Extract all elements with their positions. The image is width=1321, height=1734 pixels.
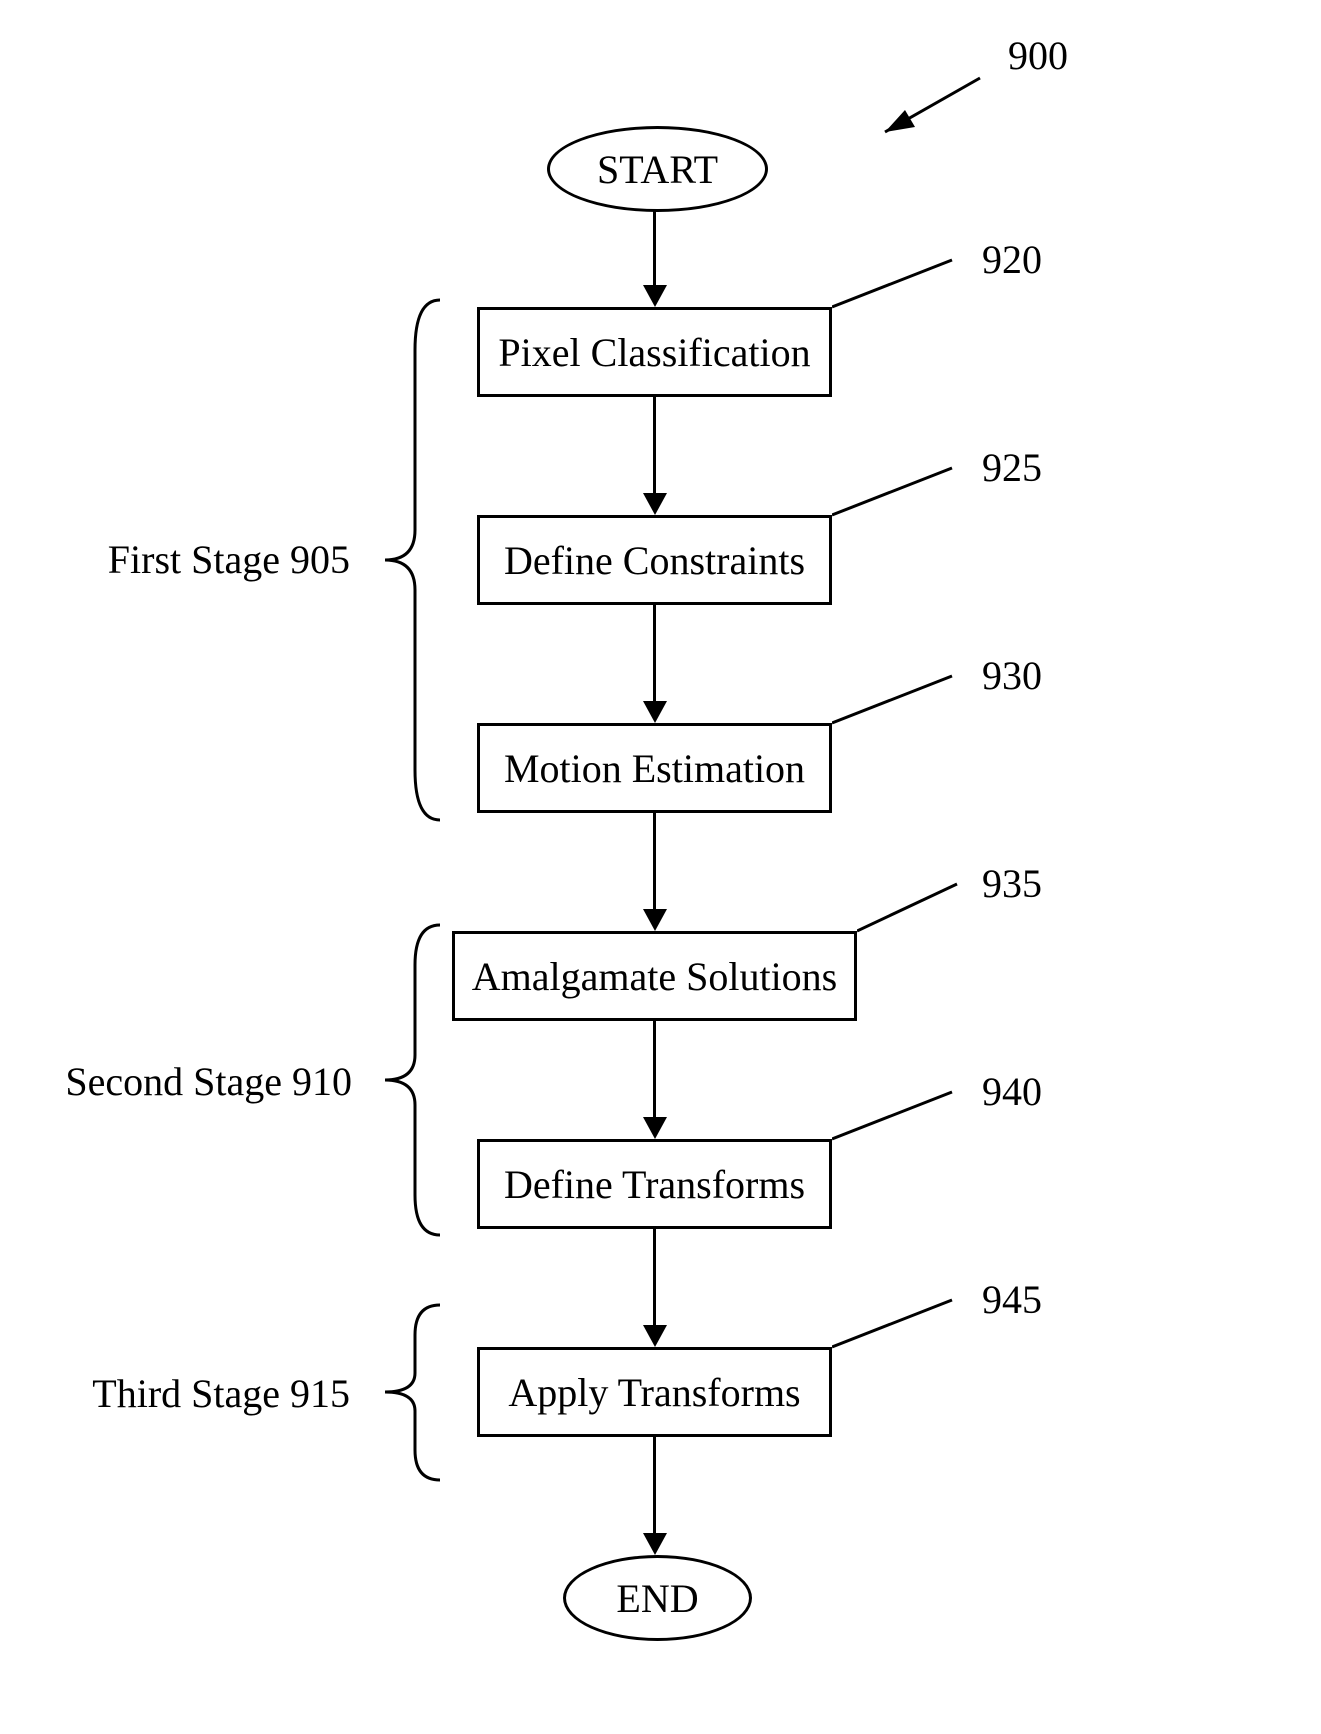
box-935: Amalgamate Solutions — [452, 931, 857, 1021]
stage-1-label: First Stage 905 — [80, 536, 350, 583]
arrow-head-start-920 — [643, 285, 667, 307]
arrow-940-945 — [653, 1229, 656, 1327]
arrow-start-920 — [653, 209, 656, 287]
arrow-head-940-945 — [643, 1325, 667, 1347]
ref-925: 925 — [982, 444, 1042, 491]
ref-940: 940 — [982, 1068, 1042, 1115]
end-label: END — [616, 1575, 698, 1622]
arrow-935-940 — [653, 1021, 656, 1119]
leader-920 — [832, 250, 972, 310]
leader-925 — [832, 458, 972, 518]
flowchart-container: 900 START Pixel Classification 920 Defin… — [0, 0, 1321, 1734]
box-930-label: Motion Estimation — [504, 745, 805, 792]
arrow-head-945-end — [643, 1533, 667, 1555]
arrow-head-920-925 — [643, 493, 667, 515]
box-920: Pixel Classification — [477, 307, 832, 397]
box-945-label: Apply Transforms — [508, 1369, 800, 1416]
box-925: Define Constraints — [477, 515, 832, 605]
ref-920: 920 — [982, 236, 1042, 283]
leader-945 — [832, 1290, 972, 1350]
start-label: START — [597, 146, 718, 193]
ref-935: 935 — [982, 860, 1042, 907]
leader-930 — [832, 666, 972, 726]
leader-935 — [857, 874, 977, 934]
arrow-900 — [860, 70, 990, 150]
arrow-930-935 — [653, 813, 656, 911]
end-terminal: END — [563, 1555, 752, 1641]
arrow-head-935-940 — [643, 1117, 667, 1139]
box-940-label: Define Transforms — [504, 1161, 805, 1208]
box-920-label: Pixel Classification — [498, 329, 810, 376]
arrow-945-end — [653, 1437, 656, 1535]
diagram-ref-900: 900 — [1008, 32, 1068, 79]
box-940: Define Transforms — [477, 1139, 832, 1229]
box-925-label: Define Constraints — [504, 537, 805, 584]
ref-945: 945 — [982, 1276, 1042, 1323]
brace-stage-3 — [370, 1295, 450, 1490]
start-terminal: START — [547, 126, 768, 212]
arrow-920-925 — [653, 397, 656, 495]
brace-stage-1 — [370, 290, 450, 830]
arrow-head-930-935 — [643, 909, 667, 931]
box-935-label: Amalgamate Solutions — [472, 953, 838, 1000]
ref-930: 930 — [982, 652, 1042, 699]
leader-940 — [832, 1082, 972, 1142]
stage-3-label: Third Stage 915 — [65, 1370, 350, 1417]
arrow-925-930 — [653, 605, 656, 703]
arrow-head-925-930 — [643, 701, 667, 723]
box-945: Apply Transforms — [477, 1347, 832, 1437]
brace-stage-2 — [370, 915, 450, 1245]
box-930: Motion Estimation — [477, 723, 832, 813]
stage-2-label: Second Stage 910 — [42, 1058, 352, 1105]
